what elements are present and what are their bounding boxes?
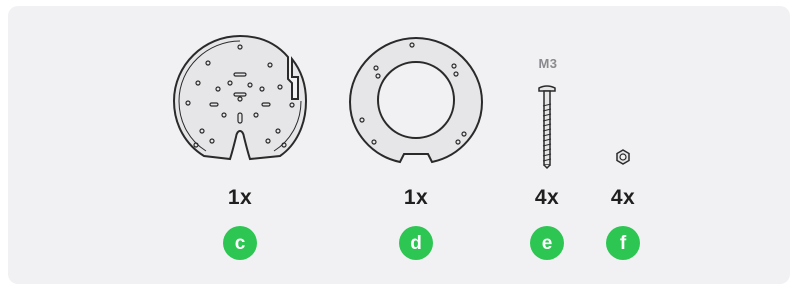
ring-quantity: 1x	[403, 186, 429, 209]
nut-quantity: 4x	[610, 186, 636, 209]
part-e-badge: e	[530, 226, 564, 260]
plate-quantity: 1x	[227, 186, 253, 209]
part-c-badge: c	[223, 226, 257, 260]
screw-illustration	[537, 84, 557, 170]
mounting-ring-illustration	[346, 34, 486, 168]
part-d-badge: d	[399, 226, 433, 260]
screw-quantity: 4x	[534, 186, 560, 209]
mounting-plate-illustration	[168, 33, 312, 165]
nut-illustration	[615, 149, 631, 165]
screw-size-label: M3	[538, 56, 558, 71]
part-f-badge: f	[606, 226, 640, 260]
